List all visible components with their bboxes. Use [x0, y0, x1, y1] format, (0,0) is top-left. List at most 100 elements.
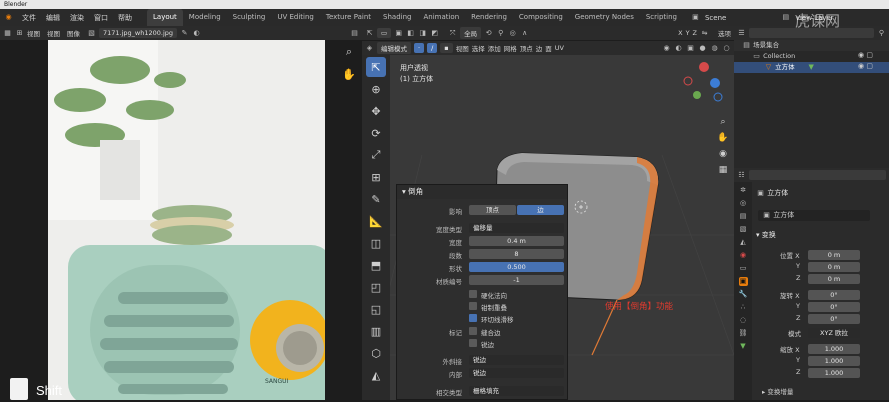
image-menu-image[interactable]: 图像: [67, 28, 80, 38]
filter-icon[interactable]: ⚲: [877, 29, 886, 38]
camera-view-icon[interactable]: ◉: [716, 147, 730, 161]
scale-y-field[interactable]: 1.000: [808, 356, 860, 366]
collection-tab-icon[interactable]: ▭: [739, 264, 748, 273]
inset-tool-icon[interactable]: ◰: [366, 277, 386, 297]
transform-section-header[interactable]: ▾ 变换: [756, 230, 776, 240]
shading-rendered-icon[interactable]: ○: [722, 44, 731, 53]
rotate-tool-icon[interactable]: ⟳: [366, 123, 386, 143]
blender-logo-icon[interactable]: ◉: [4, 13, 13, 22]
modifier-tab-icon[interactable]: 🔧: [739, 290, 748, 299]
width-type-dropdown[interactable]: 偏移量: [469, 223, 564, 233]
rotation-mode-dropdown[interactable]: XYZ 欧拉: [808, 328, 860, 338]
tab-geometry-nodes[interactable]: Geometry Nodes: [569, 9, 640, 26]
zoom-view-icon[interactable]: ⌕: [716, 115, 730, 129]
tab-sculpting[interactable]: Sculpting: [227, 9, 272, 26]
vp-menu-select[interactable]: 选择: [472, 43, 485, 53]
tab-texture-paint[interactable]: Texture Paint: [320, 9, 377, 26]
data-tab-icon[interactable]: ▼: [739, 342, 748, 351]
axis-z-toggle[interactable]: Z: [693, 29, 697, 37]
vertex-select-icon[interactable]: ·: [414, 43, 425, 53]
cursor-3d-icon[interactable]: ⊕: [366, 79, 386, 99]
viewport-eye-icon[interactable]: ◉: [662, 44, 671, 53]
select-extend-icon[interactable]: ◧: [406, 29, 415, 38]
move-tool-icon[interactable]: ✥: [366, 101, 386, 121]
cube-eye-icon[interactable]: ◉ ▢: [858, 62, 886, 73]
editor-3d-icon[interactable]: ◈: [365, 44, 374, 53]
material-field[interactable]: -1: [469, 275, 564, 285]
mode-dropdown[interactable]: 编辑模式: [377, 42, 411, 54]
location-z-field[interactable]: 0 m: [808, 274, 860, 284]
proportional-edit-icon[interactable]: ◎: [508, 29, 517, 38]
pivot-icon[interactable]: ⟲: [484, 29, 493, 38]
menu-help[interactable]: 帮助: [113, 13, 137, 23]
rotation-x-field[interactable]: 0°: [808, 290, 860, 300]
rotation-z-field[interactable]: 0°: [808, 314, 860, 324]
tab-shading[interactable]: Shading: [377, 9, 417, 26]
viewport-overlay-icon[interactable]: ◐: [674, 44, 683, 53]
shape-slider[interactable]: 0.500: [469, 262, 564, 272]
cursor-tool-icon[interactable]: ⇱: [365, 29, 374, 38]
tab-modeling[interactable]: Modeling: [183, 9, 227, 26]
scale-x-field[interactable]: 1.000: [808, 344, 860, 354]
falloff-icon[interactable]: ∧: [520, 29, 529, 38]
zoom-icon[interactable]: ⌕: [339, 42, 359, 62]
rotation-y-field[interactable]: 0°: [808, 302, 860, 312]
image-menu-view2[interactable]: 视图: [47, 28, 60, 38]
scene-selector[interactable]: Scene: [700, 14, 731, 22]
shading-solid-icon[interactable]: ●: [698, 44, 707, 53]
transform-orientation-dropdown[interactable]: 全局: [460, 27, 482, 39]
edge-select-icon[interactable]: /: [427, 43, 438, 53]
clamp-overlap-checkbox[interactable]: [469, 302, 477, 310]
tab-rendering[interactable]: Rendering: [465, 9, 513, 26]
location-x-field[interactable]: 0 m: [808, 250, 860, 260]
physics-tab-icon[interactable]: ◌: [739, 316, 748, 325]
intersection-dropdown[interactable]: 栅格填充: [469, 386, 564, 396]
vp-menu-uv[interactable]: UV: [555, 44, 564, 52]
particles-tab-icon[interactable]: ∴: [739, 303, 748, 312]
vp-menu-edge[interactable]: 边: [536, 43, 543, 53]
mirror-icon[interactable]: ⇋: [700, 29, 709, 38]
extrude-tool-icon[interactable]: ⬒: [366, 255, 386, 275]
tab-uv-editing[interactable]: UV Editing: [271, 9, 320, 26]
collapse-arrow-icon[interactable]: ▾: [402, 187, 406, 196]
constraints-tab-icon[interactable]: ⛓: [739, 329, 748, 338]
knife-tool-icon[interactable]: ⬡: [366, 343, 386, 363]
image-name-field[interactable]: 7171.jpg_wh1200.jpg: [99, 28, 178, 38]
mark-sharp-checkbox[interactable]: [469, 339, 477, 347]
visibility-eye-icon[interactable]: ◉ ▢: [858, 51, 886, 62]
measure-tool-icon[interactable]: 📐: [366, 211, 386, 231]
harden-normals-checkbox[interactable]: [469, 290, 477, 298]
select-box-icon[interactable]: ▣: [394, 29, 403, 38]
affect-vertices-button[interactable]: 顶点: [469, 205, 516, 215]
affect-edges-button[interactable]: 边: [517, 205, 564, 215]
image-browse-icon[interactable]: ▧: [87, 29, 96, 38]
properties-search-input[interactable]: [749, 170, 886, 180]
tab-animation[interactable]: Animation: [417, 9, 465, 26]
vp-menu-view[interactable]: 视图: [456, 43, 469, 53]
tab-scripting[interactable]: Scripting: [640, 9, 683, 26]
tab-layout[interactable]: Layout: [147, 9, 183, 26]
overlay-icon[interactable]: ◐: [192, 29, 201, 38]
pan-hand-icon[interactable]: ✋: [339, 64, 359, 84]
scene-tab-icon[interactable]: ◭: [739, 238, 748, 247]
shading-material-icon[interactable]: ◍: [710, 44, 719, 53]
editor-type-icon[interactable]: ▦: [3, 29, 12, 38]
pin-icon[interactable]: ✎: [180, 29, 189, 38]
outliner-editor-icon[interactable]: ☰: [737, 29, 746, 38]
render-tab-icon[interactable]: ◎: [739, 199, 748, 208]
mark-seams-checkbox[interactable]: [469, 327, 477, 335]
width-field[interactable]: 0.4 m: [469, 236, 564, 246]
bevel-tool-icon[interactable]: ◱: [366, 299, 386, 319]
view-layer-tab-icon[interactable]: ▧: [739, 225, 748, 234]
select-invert-icon[interactable]: ◩: [430, 29, 439, 38]
loopcut-tool-icon[interactable]: ▥: [366, 321, 386, 341]
mode-icon[interactable]: ⊞: [15, 29, 24, 38]
select-tool-icon[interactable]: ⇱: [366, 57, 386, 77]
orientation-icon[interactable]: ⤧: [448, 29, 457, 38]
object-name-field[interactable]: ▣ 立方体: [758, 210, 870, 221]
output-tab-icon[interactable]: ▤: [739, 212, 748, 221]
loop-slide-checkbox[interactable]: [469, 314, 477, 322]
image-menu-view1[interactable]: 视图: [27, 28, 40, 38]
face-select-icon[interactable]: ▪: [440, 43, 453, 53]
tool-tab-icon[interactable]: ✲: [739, 186, 748, 195]
